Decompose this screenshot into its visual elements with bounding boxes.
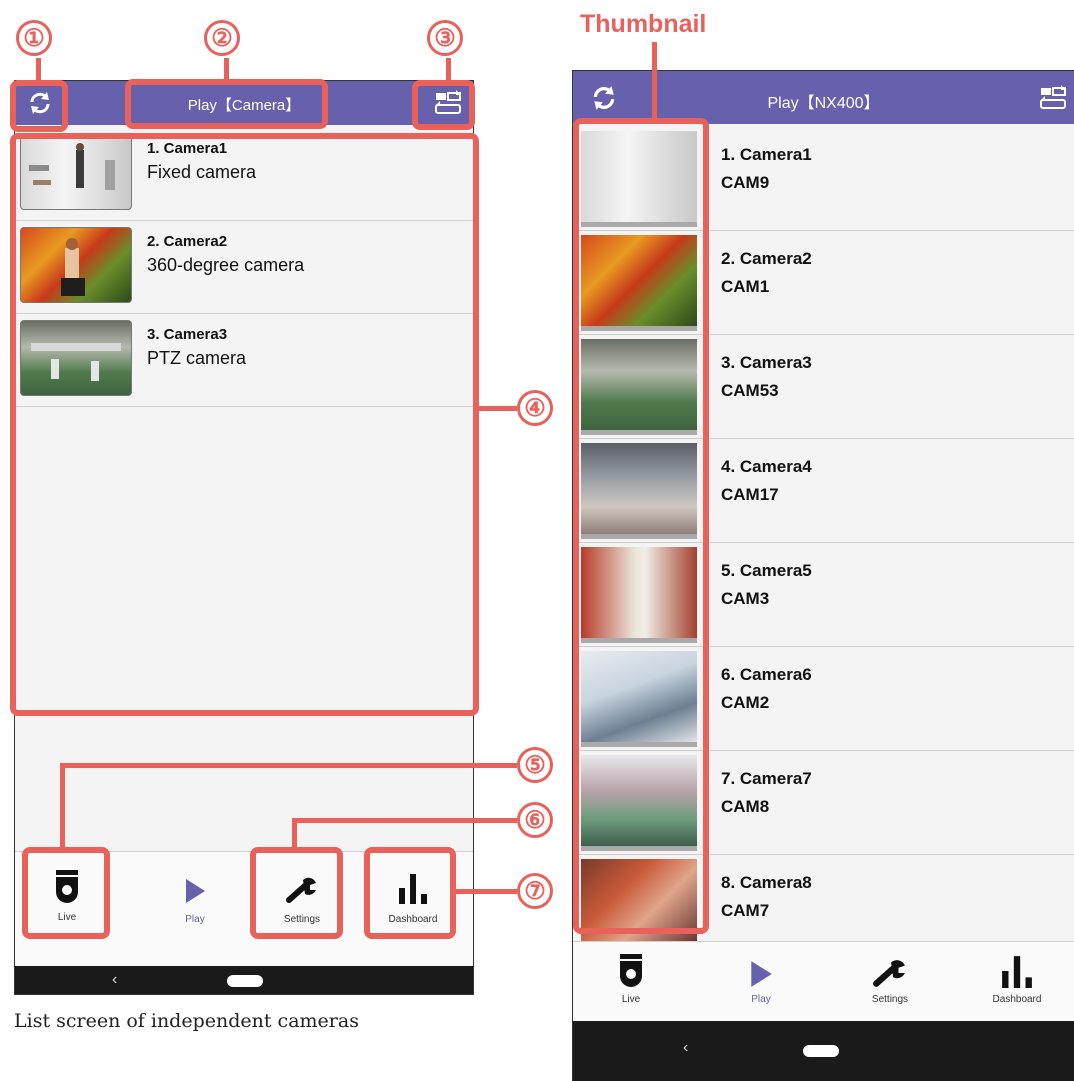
callout-box-3 (412, 80, 475, 130)
camera-channel: CAM9 (721, 173, 770, 192)
nav-play[interactable]: Play (733, 948, 789, 1005)
nav-dashboard[interactable]: Dashboard (979, 948, 1055, 1005)
camera-name: 3. Camera3 (721, 353, 812, 372)
connector-2 (224, 58, 229, 79)
wrench-icon (855, 948, 925, 988)
back-icon[interactable]: ‹ (683, 1039, 688, 1057)
callout-box-2 (125, 79, 328, 129)
back-icon[interactable]: ‹ (112, 971, 117, 989)
nav-live[interactable]: Live (603, 948, 659, 1005)
nav-settings-label: Settings (871, 994, 909, 1005)
callout-2: ② (204, 20, 240, 56)
system-navigation-bar: ‹ (573, 1021, 1074, 1081)
nav-play-label: Play (185, 914, 205, 925)
callout-box-7 (364, 847, 456, 939)
connector-thumbnail (652, 42, 657, 118)
camera-name: 1. Camera1 (721, 145, 812, 164)
connector-5-v (60, 763, 65, 847)
nav-play[interactable]: Play (165, 864, 225, 925)
bar-chart-icon (979, 948, 1055, 988)
connector-4 (479, 406, 517, 411)
callout-4: ④ (517, 390, 553, 426)
callout-6: ⑥ (517, 802, 553, 838)
camera-channel: CAM8 (721, 797, 770, 816)
camera-channel: CAM3 (721, 589, 770, 608)
camera-channel: CAM2 (721, 693, 770, 712)
switch-recorder-icon[interactable] (1036, 81, 1070, 115)
callout-3: ③ (427, 20, 463, 56)
app-bar: Play【NX400】 (573, 71, 1074, 124)
camera-name: 6. Camera6 (721, 665, 812, 684)
camera-channel: CAM17 (721, 485, 779, 504)
nav-live-label: Live (621, 994, 641, 1005)
callout-box-1 (10, 80, 68, 132)
callout-1: ① (16, 20, 52, 56)
play-icon (165, 864, 225, 904)
bottom-navigation: Live Play Settings Dashboard (573, 941, 1074, 1021)
callout-5: ⑤ (517, 747, 553, 783)
nav-play-label: Play (751, 994, 771, 1005)
connector-6-v (292, 818, 297, 847)
callout-box-4 (10, 133, 479, 716)
home-pill-icon[interactable] (227, 975, 263, 987)
callout-box-6 (250, 847, 343, 939)
camera-channel: CAM1 (721, 277, 770, 296)
thumbnail-heading: Thumbnail (580, 10, 707, 38)
camera-name: 2. Camera2 (721, 249, 812, 268)
dome-camera-icon (603, 948, 659, 988)
system-navigation-bar: ‹ (15, 966, 473, 994)
thumbnail-column-box (573, 118, 709, 934)
nav-dashboard-label: Dashboard (992, 994, 1042, 1005)
connector-3 (446, 58, 451, 80)
camera-name: 7. Camera7 (721, 769, 812, 788)
connector-5-h (60, 763, 517, 768)
camera-name: 8. Camera8 (721, 873, 812, 892)
camera-name: 4. Camera4 (721, 457, 812, 476)
callout-7: ⑦ (517, 873, 553, 909)
connector-7 (456, 889, 517, 894)
screen-title: Play【NX400】 (767, 95, 880, 112)
camera-name: 5. Camera5 (721, 561, 812, 580)
play-icon (733, 948, 789, 988)
screen-caption: List screen of independent cameras (14, 1010, 359, 1032)
camera-channel: CAM53 (721, 381, 779, 400)
nav-settings[interactable]: Settings (855, 948, 925, 1005)
camera-channel: CAM7 (721, 901, 770, 920)
callout-box-5 (22, 847, 110, 939)
connector-1 (36, 58, 41, 80)
home-pill-icon[interactable] (803, 1045, 839, 1057)
connector-6-h (292, 818, 517, 823)
